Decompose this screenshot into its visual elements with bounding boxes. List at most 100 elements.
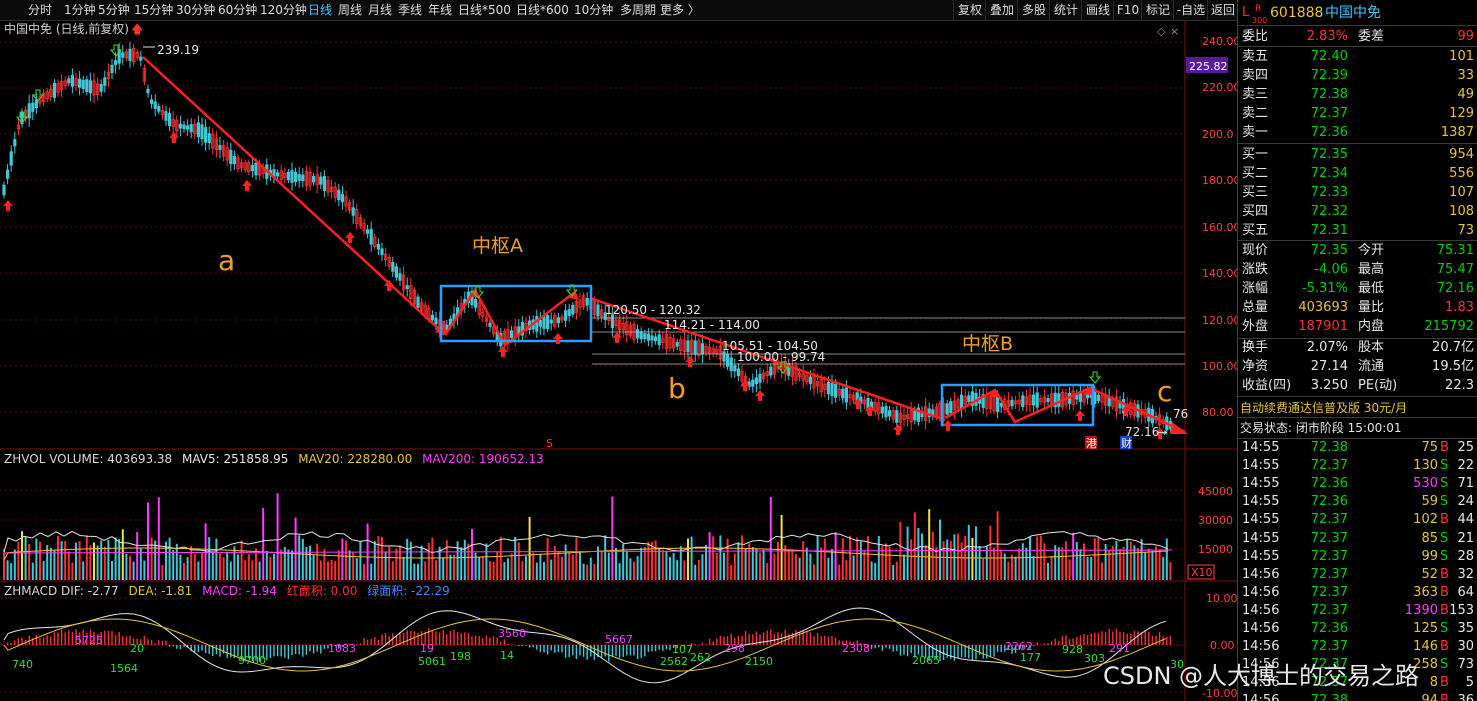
volume-unit: X10: [1191, 566, 1213, 579]
period-tab-5[interactable]: 60分钟: [218, 2, 257, 18]
cell: 买二: [1242, 166, 1269, 181]
period-tab-12[interactable]: 日线*500: [458, 2, 511, 18]
cell: 75: [1421, 440, 1438, 455]
period-tab-1[interactable]: 1分钟: [64, 2, 96, 18]
svg-text:160.00: 160.00: [1202, 221, 1237, 234]
cell: 59: [1421, 494, 1438, 510]
cell: 73: [1457, 657, 1474, 673]
period-tab-16[interactable]: 更多 〉: [660, 2, 700, 18]
toolbar-button-7[interactable]: -自选: [1173, 0, 1208, 20]
volume-axis: 45000 30000 15000: [1198, 485, 1233, 556]
macd-bar-label: 5061: [418, 655, 446, 668]
period-tab-14[interactable]: 10分钟: [574, 2, 613, 18]
cell: 72.37: [1310, 512, 1348, 528]
period-tab-13[interactable]: 日线*600: [516, 2, 569, 18]
weibi-row: 委比 2.83% 委差 99: [1238, 28, 1477, 46]
cell: 涨幅: [1242, 281, 1269, 296]
cell: 403693: [1298, 300, 1348, 315]
macd-bar-label: 19: [420, 642, 434, 655]
period-tab-9[interactable]: 月线: [368, 2, 392, 18]
close-icon[interactable]: ×: [1170, 25, 1179, 38]
cell: 5: [1465, 675, 1474, 691]
level-label-4: 100.00 - 99.74: [737, 350, 825, 364]
period-tab-0[interactable]: 分时: [28, 2, 52, 18]
cell: 72.36: [1310, 476, 1348, 492]
period-tab-3[interactable]: 15分钟: [134, 2, 173, 18]
cell: 73: [1457, 223, 1474, 238]
cell: 72.37: [1310, 602, 1348, 618]
cell: 44: [1457, 512, 1474, 528]
period-tab-10[interactable]: 季线: [398, 2, 422, 18]
cell: -4.06: [1314, 262, 1348, 277]
cell: 现价: [1242, 243, 1269, 258]
cell: 最低: [1358, 281, 1385, 296]
cell: 72.35: [1310, 147, 1348, 162]
current-price-label: 225.82: [1189, 60, 1228, 73]
toolbar-button-2[interactable]: 多股: [1017, 0, 1050, 20]
svg-text:200.0: 200.0: [1202, 128, 1234, 141]
cell: B: [1440, 512, 1449, 528]
stock-chart[interactable]: 中国中免 (日线,前复权) 🡅 ◇ × 240.00 220.00 200.0 …: [0, 20, 1237, 701]
cell: 21: [1457, 530, 1474, 546]
bid-row: 买五 72.31 73: [1238, 222, 1477, 240]
cell: 换手: [1242, 340, 1269, 355]
toolbar-button-8[interactable]: 返回: [1207, 0, 1238, 20]
tick-row: 14:56 72.37 363 B 64: [1238, 584, 1477, 602]
cell: B: [1440, 693, 1449, 701]
signal-arrows: [3, 44, 1165, 439]
cell: 14:55: [1242, 458, 1280, 474]
cell: 股本: [1358, 340, 1385, 355]
cell: 130: [1413, 458, 1438, 474]
cell: 委差: [1358, 29, 1385, 44]
ask-row: 卖四 72.39 33: [1238, 67, 1477, 85]
cell: 101: [1449, 49, 1474, 64]
toolbar-button-5[interactable]: F10: [1113, 0, 1142, 20]
period-tab-2[interactable]: 5分钟: [98, 2, 130, 18]
period-tab-8[interactable]: 周线: [338, 2, 362, 18]
svg-text:45000: 45000: [1198, 485, 1233, 498]
stock-name: 中国中免: [1325, 5, 1381, 21]
cell: 187901: [1298, 319, 1348, 334]
ad-link[interactable]: 自动续费通达信普及版 30元/月: [1240, 399, 1407, 417]
macd-header: ZHMACD DIF: -2.77 DEA: -1.81 MACD: -1.94…: [4, 583, 450, 598]
cell: 14:55: [1242, 530, 1280, 546]
macd-bar-label: 928: [1062, 643, 1083, 656]
quote-panel: L R 300 601888 中国中免 委比 2.83% 委差 99 卖五 72.40 101 卖四 72…: [1237, 0, 1477, 701]
tick-row: 14:55 72.37 99 S 28: [1238, 548, 1477, 566]
toolbar-button-4[interactable]: 画线: [1081, 0, 1114, 20]
cell: 72.40: [1310, 49, 1348, 64]
toolbar-button-3[interactable]: 统计: [1049, 0, 1082, 20]
tick-row: 14:56 72.38 94 B 36: [1238, 692, 1477, 701]
period-tab-11[interactable]: 年线: [428, 2, 452, 18]
toolbar-button-0[interactable]: 复权: [953, 0, 986, 20]
cell: 72.35: [1310, 243, 1348, 258]
cell: B: [1440, 584, 1449, 600]
diamond-icon[interactable]: ◇: [1157, 25, 1166, 38]
svg-text:30000: 30000: [1198, 514, 1233, 527]
period-tab-4[interactable]: 30分钟: [176, 2, 215, 18]
divider: [1238, 143, 1477, 144]
cell: 20.7亿: [1432, 340, 1474, 355]
cell: 28: [1457, 548, 1474, 564]
zhongshu-a-label: 中枢A: [472, 235, 523, 257]
cell: 49: [1457, 87, 1474, 102]
bid-row: 买一 72.35 954: [1238, 146, 1477, 164]
cell: 72.39: [1310, 68, 1348, 83]
cell: S: [1440, 657, 1449, 673]
period-tab-6[interactable]: 120分钟: [260, 2, 307, 18]
fund-row: 换手 2.07% 股本 20.7亿: [1238, 339, 1477, 357]
cell: 30: [1457, 639, 1474, 655]
toolbar-button-1[interactable]: 叠加: [985, 0, 1018, 20]
tick-row: 14:55 72.37 130 S 22: [1238, 457, 1477, 475]
cell: 72.38: [1310, 693, 1348, 701]
toolbar-button-6[interactable]: 标记: [1141, 0, 1174, 20]
cell: 32: [1457, 566, 1474, 582]
cell: 36: [1457, 693, 1474, 701]
cell: 107: [1449, 185, 1474, 200]
cell: 102: [1413, 512, 1438, 528]
period-tab-7[interactable]: 日线: [308, 2, 332, 18]
period-tab-15[interactable]: 多周期: [620, 2, 656, 18]
quote-row: 现价 72.35 今开 75.31: [1238, 242, 1477, 260]
macd-bar-label: 177: [1020, 651, 1041, 664]
svg-text:100.00: 100.00: [1202, 360, 1237, 373]
